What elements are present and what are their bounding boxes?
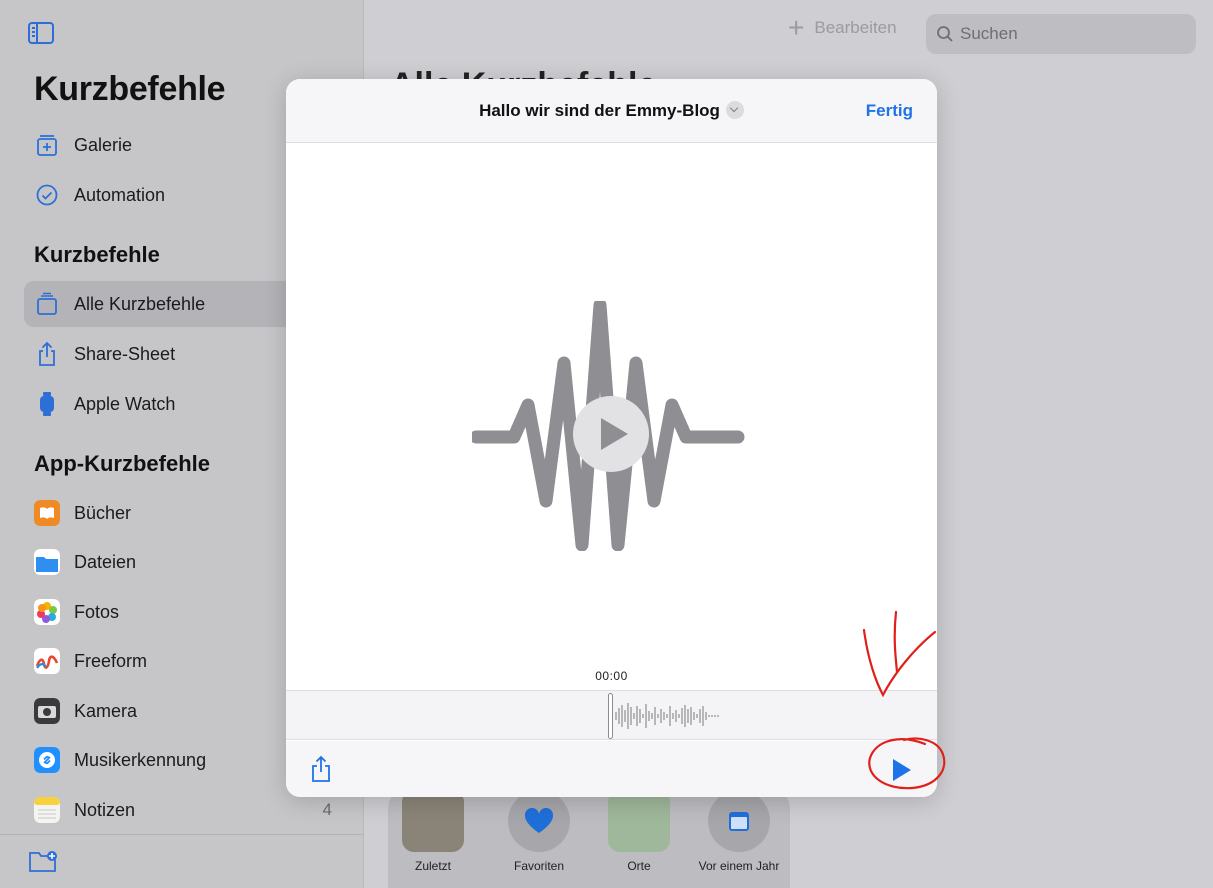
sheet-header: Hallo wir sind der Emmy-Blog Fertig xyxy=(286,79,937,143)
shazam-app-icon xyxy=(34,747,60,773)
share-icon[interactable] xyxy=(310,755,332,783)
recent-thumbnail xyxy=(402,790,464,852)
sidebar-toggle-icon[interactable] xyxy=(28,22,54,44)
sheet-footer xyxy=(286,741,937,797)
add-icon[interactable]: + xyxy=(788,14,804,42)
done-button[interactable]: Fertig xyxy=(866,101,913,121)
widget-item-one-year-ago[interactable]: Vor einem Jahr xyxy=(694,790,784,874)
widget-item-label: Zuletzt xyxy=(414,859,451,873)
toolbar: + Bearbeiten xyxy=(788,14,897,42)
sidebar-item-label: Fotos xyxy=(74,601,120,622)
clock-check-icon xyxy=(34,182,60,208)
sidebar-title: Kurzbefehle xyxy=(34,70,226,108)
widget-item-label: Favoriten xyxy=(513,859,565,873)
sheet-title[interactable]: Hallo wir sind der Emmy-Blog xyxy=(286,101,937,121)
share-icon xyxy=(34,341,60,367)
map-thumbnail xyxy=(608,790,670,852)
widget-item-recent[interactable]: Zuletzt xyxy=(388,790,478,874)
play-button[interactable] xyxy=(893,759,911,781)
sidebar-item-label: Alle Kurzbefehle xyxy=(74,293,206,314)
chevron-down-icon[interactable] xyxy=(725,101,744,119)
sidebar-item-label: Freeform xyxy=(74,650,148,671)
playhead-handle[interactable] xyxy=(608,693,613,739)
stack-icon xyxy=(34,291,60,317)
watch-icon xyxy=(34,391,60,417)
sheet-title-text: Hallo wir sind der Emmy-Blog xyxy=(479,101,720,120)
search-icon xyxy=(937,26,953,42)
section-heading-app-shortcuts: App-Kurzbefehle xyxy=(34,451,210,476)
sidebar-item-label: Kamera xyxy=(74,700,138,721)
audio-preview-sheet: Hallo wir sind der Emmy-Blog Fertig 00:0… xyxy=(286,79,937,797)
audio-waveform-icon xyxy=(472,301,745,551)
item-count: 4 xyxy=(322,800,332,819)
sidebar-divider xyxy=(0,834,363,835)
search-field[interactable]: Suchen xyxy=(926,14,1196,54)
sidebar-item-label: Share-Sheet xyxy=(74,343,176,364)
search-placeholder: Suchen xyxy=(960,24,1018,43)
play-overlay-icon xyxy=(573,396,649,472)
widget-item-label: Vor einem Jahr xyxy=(698,859,780,873)
scrubber-track[interactable] xyxy=(286,690,937,740)
sidebar-item-label: Apple Watch xyxy=(74,393,176,414)
new-folder-icon[interactable] xyxy=(28,848,58,874)
widget-item-places[interactable]: Orte xyxy=(594,790,684,874)
edit-button[interactable]: Bearbeiten xyxy=(814,18,896,38)
sidebar-item-label: Dateien xyxy=(74,551,137,572)
timecode: 00:00 xyxy=(595,669,628,683)
widget-item-favorites[interactable]: Favoriten xyxy=(494,790,584,874)
mini-waveform-icon xyxy=(615,703,719,729)
sidebar-item-label: Bücher xyxy=(74,502,132,523)
photos-widget: Zuletzt Favoriten Orte Vor einem Jahr xyxy=(388,790,790,888)
files-app-icon xyxy=(34,549,60,575)
heart-icon xyxy=(508,790,570,852)
gallery-icon xyxy=(34,132,60,158)
section-heading-shortcuts: Kurzbefehle xyxy=(34,242,160,267)
sidebar-item-label: Automation xyxy=(74,184,166,205)
sidebar-item-label: Musikerkennung xyxy=(74,749,207,770)
sidebar-item-label: Galerie xyxy=(74,134,133,155)
photos-app-icon xyxy=(34,599,60,625)
camera-app-icon xyxy=(34,698,60,724)
books-app-icon xyxy=(34,500,60,526)
calendar-icon xyxy=(708,790,770,852)
notes-app-icon xyxy=(34,797,60,823)
widget-item-label: Orte xyxy=(627,859,651,873)
sidebar-item-label: Notizen xyxy=(74,799,136,820)
freeform-app-icon xyxy=(34,648,60,674)
